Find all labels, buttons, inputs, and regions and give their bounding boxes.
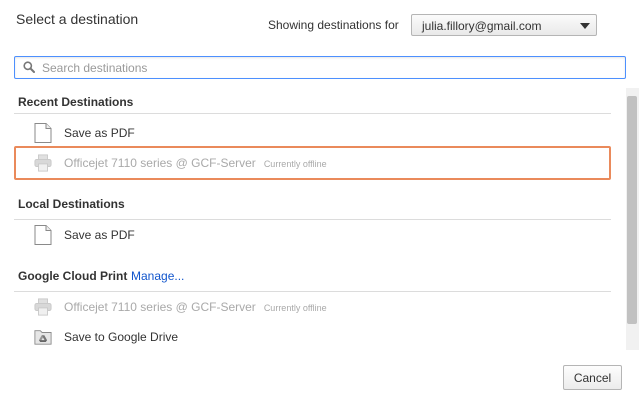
account-label: Showing destinations for	[268, 18, 399, 32]
scrollbar-thumb[interactable]	[627, 96, 637, 324]
destination-label: Officejet 7110 series @ GCF-Server	[64, 156, 256, 170]
search-input[interactable]	[42, 59, 612, 76]
destination-label-group: Officejet 7110 series @ GCF-Server Curren…	[64, 300, 327, 314]
destination-item-save-as-pdf-recent[interactable]: Save as PDF	[14, 118, 611, 146]
destination-item-save-as-pdf-local[interactable]: Save as PDF	[14, 220, 611, 248]
search-icon	[23, 61, 35, 73]
recent-destinations-header: Recent Destinations	[18, 95, 134, 109]
local-destinations-header: Local Destinations	[18, 197, 125, 211]
destination-label-group: Officejet 7110 series @ GCF-Server Curren…	[64, 156, 327, 170]
dialog-title: Select a destination	[16, 11, 139, 27]
destination-item-officejet-recent[interactable]: Officejet 7110 series @ GCF-Server Curren…	[14, 146, 611, 180]
select-destination-dialog: Select a destination Showing destination…	[0, 0, 639, 403]
account-dropdown[interactable]: julia.fillory@gmail.com	[411, 14, 597, 36]
status-badge: Currently offline	[263, 303, 327, 313]
section-divider	[14, 113, 611, 114]
printer-icon	[34, 154, 52, 172]
google-drive-icon	[34, 330, 52, 345]
cancel-button[interactable]: Cancel	[563, 365, 622, 390]
destination-item-google-drive[interactable]: Save to Google Drive	[14, 322, 611, 350]
destination-item-officejet-cloud[interactable]: Officejet 7110 series @ GCF-Server Curren…	[14, 292, 611, 320]
search-box[interactable]	[14, 56, 626, 79]
destination-label: Save as PDF	[64, 126, 135, 140]
chevron-down-icon	[580, 23, 590, 29]
google-cloud-print-header: Google Cloud Print	[18, 269, 128, 283]
destination-label: Officejet 7110 series @ GCF-Server	[64, 300, 256, 314]
printer-icon	[34, 298, 52, 316]
pdf-document-icon	[34, 225, 52, 245]
account-dropdown-value: julia.fillory@gmail.com	[422, 19, 542, 33]
destination-label: Save to Google Drive	[64, 330, 179, 344]
pdf-document-icon	[34, 123, 52, 143]
destination-label: Save as PDF	[64, 228, 135, 242]
status-badge: Currently offline	[263, 159, 327, 169]
manage-link[interactable]: Manage...	[131, 269, 184, 283]
